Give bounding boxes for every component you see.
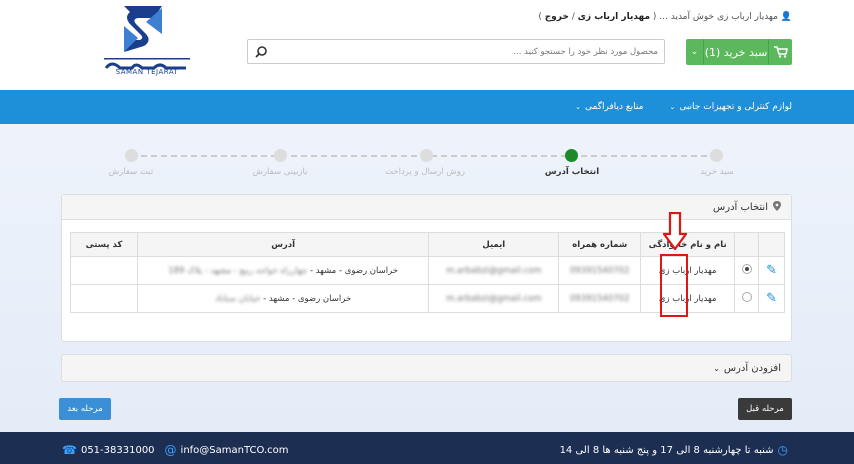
step-label-review: بازبینی سفارش — [252, 167, 308, 177]
select-cell — [734, 284, 760, 313]
header: SAMAN TEJARAT 👤 مهدیار ارباب زی خوش آمدی… — [0, 0, 854, 90]
step-dot-shipping — [420, 149, 433, 162]
next-step-button[interactable]: مرحله بعد — [59, 398, 111, 420]
email-cell: m.arbabzi@gmail.com — [428, 284, 560, 313]
cart-icon — [768, 39, 792, 65]
nav-item-controls[interactable]: لوازم کنترلی و تجهیزات جانبی⌄ — [669, 102, 792, 112]
main-nav: لوازم کنترلی و تجهیزات جانبی⌄ منابع دیاف… — [0, 90, 854, 124]
checkout-content: سبد خرید انتخاب آدرس روش ارسال و پرداخت … — [0, 124, 854, 432]
logout-link[interactable]: خروج — [545, 12, 569, 22]
red-highlight-box — [660, 254, 688, 317]
chevron-down-icon: ⌄ — [713, 363, 720, 373]
welcome-name: مهدیار ارباب زی — [716, 12, 778, 22]
add-address-label: افزودن آدرس — [723, 362, 781, 374]
search-icon[interactable] — [254, 45, 268, 59]
footer-hours: ◷ شنبه تا چهارشنبه 8 الی 17 و پنج شنبه ه… — [560, 443, 792, 457]
step-dot-submit — [125, 149, 138, 162]
prev-step-button[interactable]: مرحله قبل — [738, 398, 792, 420]
search-input[interactable] — [274, 40, 664, 63]
step-label-address: انتخاب آدرس — [544, 167, 600, 177]
address-radio[interactable] — [741, 264, 752, 274]
at-icon: @ — [164, 443, 177, 457]
chevron-down-icon: ⌄ — [575, 103, 581, 111]
step-dot-review — [274, 149, 287, 162]
step-label-cart: سبد خرید — [700, 167, 734, 177]
address-cell: خراسان رضوی - مشهد - خیابان سناباد — [136, 284, 430, 313]
step-dot-cart — [710, 149, 723, 162]
footer-contact: ☎ 051-38331000 @ info@SamanTCO.com — [58, 443, 289, 457]
address-panel-title: انتخاب آدرس — [713, 201, 768, 213]
welcome-text: خوش آمدید ... — [659, 12, 715, 22]
col-header-mobile: شماره همراه — [558, 232, 642, 257]
edit-icon[interactable]: ✎ — [766, 291, 777, 306]
cart-button[interactable]: سبد خرید (1) ⌄ — [686, 39, 792, 65]
checkout-steps: سبد خرید انتخاب آدرس روش ارسال و پرداخت … — [0, 124, 854, 184]
chevron-down-icon: ⌄ — [669, 103, 676, 111]
mobile-cell: 09391540702 — [558, 256, 642, 285]
postal-cell — [70, 256, 138, 285]
address-radio[interactable] — [741, 292, 752, 302]
footer-hours-text: شنبه تا چهارشنبه 8 الی 17 و پنج شنبه ها … — [559, 444, 774, 456]
footer: ◷ شنبه تا چهارشنبه 8 الی 17 و پنج شنبه ه… — [0, 432, 854, 464]
col-header-email: ایمیل — [428, 232, 560, 257]
address-cell: خراسان رضوی - مشهد - چهارراه خواجه ربیع … — [136, 256, 430, 285]
select-cell — [734, 256, 760, 285]
user-icon: 👤 — [780, 12, 792, 22]
step-label-shipping: روش ارسال و پرداخت — [385, 167, 465, 177]
logo-subtitle: SAMAN TEJARAT — [115, 68, 179, 76]
account-link[interactable]: مهدیار ارباب زی — [578, 12, 650, 22]
col-header-address: آدرس — [136, 232, 430, 257]
step-dot-address — [565, 149, 578, 162]
chevron-down-icon: ⌄ — [686, 39, 704, 65]
footer-email[interactable]: info@SamanTCO.com — [181, 445, 289, 456]
footer-phone[interactable]: 051-38331000 — [81, 445, 155, 456]
phone-icon: ☎ — [62, 443, 77, 457]
nav-item-diaphragm[interactable]: منابع دیافراگمی⌄ — [575, 102, 643, 112]
user-welcome: 👤 مهدیار ارباب زی خوش آمدید ... ( مهدیار… — [538, 12, 792, 22]
cart-label: سبد خرید (1) — [704, 45, 768, 59]
search-box — [247, 39, 665, 64]
email-cell: m.arbabzi@gmail.com — [428, 256, 560, 285]
postal-cell — [70, 284, 138, 313]
edit-icon[interactable]: ✎ — [766, 263, 777, 278]
col-header-postal: کد پستی — [70, 232, 138, 257]
site-logo[interactable]: SAMAN TEJARAT — [102, 4, 192, 84]
mobile-cell: 09391540702 — [558, 284, 642, 313]
col-header-name: نام و نام خانوادگی — [640, 232, 736, 257]
add-address-panel[interactable]: افزودن آدرس ⌄ — [61, 354, 792, 382]
edit-cell: ✎ — [758, 256, 785, 285]
step-label-submit: ثبت سفارش — [108, 167, 154, 177]
col-header-select — [734, 232, 760, 257]
map-pin-icon — [773, 200, 781, 214]
edit-cell: ✎ — [758, 284, 785, 313]
red-arrow-annotation — [663, 212, 687, 250]
clock-icon: ◷ — [777, 443, 788, 457]
col-header-edit — [758, 232, 785, 257]
